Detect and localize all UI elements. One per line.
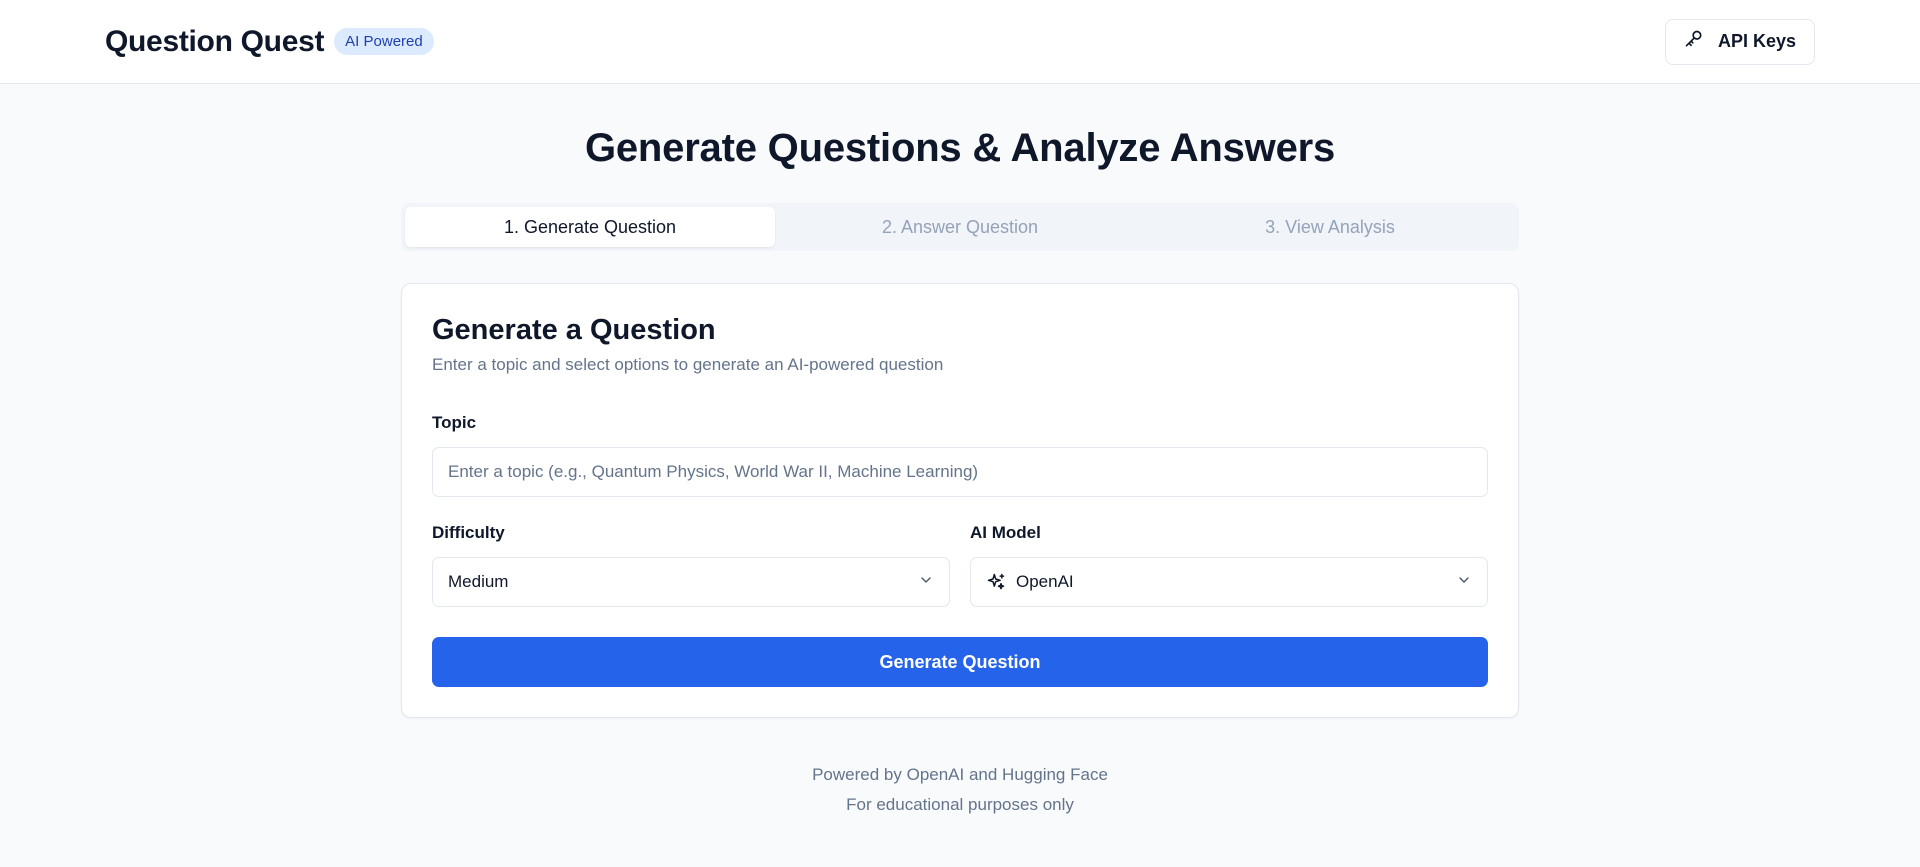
footer-powered-by: Powered by OpenAI and Hugging Face: [812, 765, 1108, 784]
ai-powered-badge: AI Powered: [334, 28, 434, 55]
difficulty-label: Difficulty: [432, 523, 505, 542]
footer-disclaimer: For educational purposes only: [846, 795, 1074, 814]
model-select[interactable]: OpenAI: [970, 557, 1488, 607]
topic-field-group: Topic: [432, 413, 1488, 497]
model-select-content: OpenAI: [986, 572, 1074, 592]
brand: Question Quest AI Powered: [105, 25, 434, 59]
step-tabs: 1. Generate Question 2. Answer Question …: [401, 203, 1519, 251]
chevron-down-icon: [1456, 572, 1472, 593]
options-row: Difficulty Medium AI Model OpenAI: [432, 523, 1488, 607]
model-value: OpenAI: [1016, 572, 1074, 591]
page-footer: Powered by OpenAI and Hugging Face For e…: [0, 760, 1920, 820]
model-label: AI Model: [970, 523, 1041, 542]
card-subtitle: Enter a topic and select options to gene…: [432, 355, 944, 374]
tab-answer-question[interactable]: 2. Answer Question: [775, 207, 1145, 247]
difficulty-value: Medium: [448, 572, 509, 591]
topic-label: Topic: [432, 413, 477, 432]
tab-generate-question[interactable]: 1. Generate Question: [405, 207, 775, 247]
chevron-down-icon: [918, 572, 934, 593]
sparkles-icon: [986, 572, 1006, 592]
card-title: Generate a Question: [432, 314, 716, 346]
model-field-group: AI Model OpenAI: [970, 523, 1488, 607]
page-title: Generate Questions & Analyze Answers: [584, 126, 1336, 170]
app-title: Question Quest: [105, 24, 325, 58]
api-keys-button[interactable]: API Keys: [1664, 18, 1815, 65]
difficulty-select[interactable]: Medium: [432, 557, 950, 607]
generate-question-button[interactable]: Generate Question: [432, 637, 1488, 687]
app-header: Question Quest AI Powered API Keys: [0, 0, 1920, 84]
generate-question-card: Generate a Question Enter a topic and se…: [401, 283, 1519, 718]
api-keys-label: API Keys: [1717, 31, 1796, 51]
key-icon: [1684, 29, 1704, 54]
topic-input[interactable]: [432, 447, 1488, 497]
difficulty-field-group: Difficulty Medium: [432, 523, 950, 607]
tab-view-analysis[interactable]: 3. View Analysis: [1145, 207, 1515, 247]
